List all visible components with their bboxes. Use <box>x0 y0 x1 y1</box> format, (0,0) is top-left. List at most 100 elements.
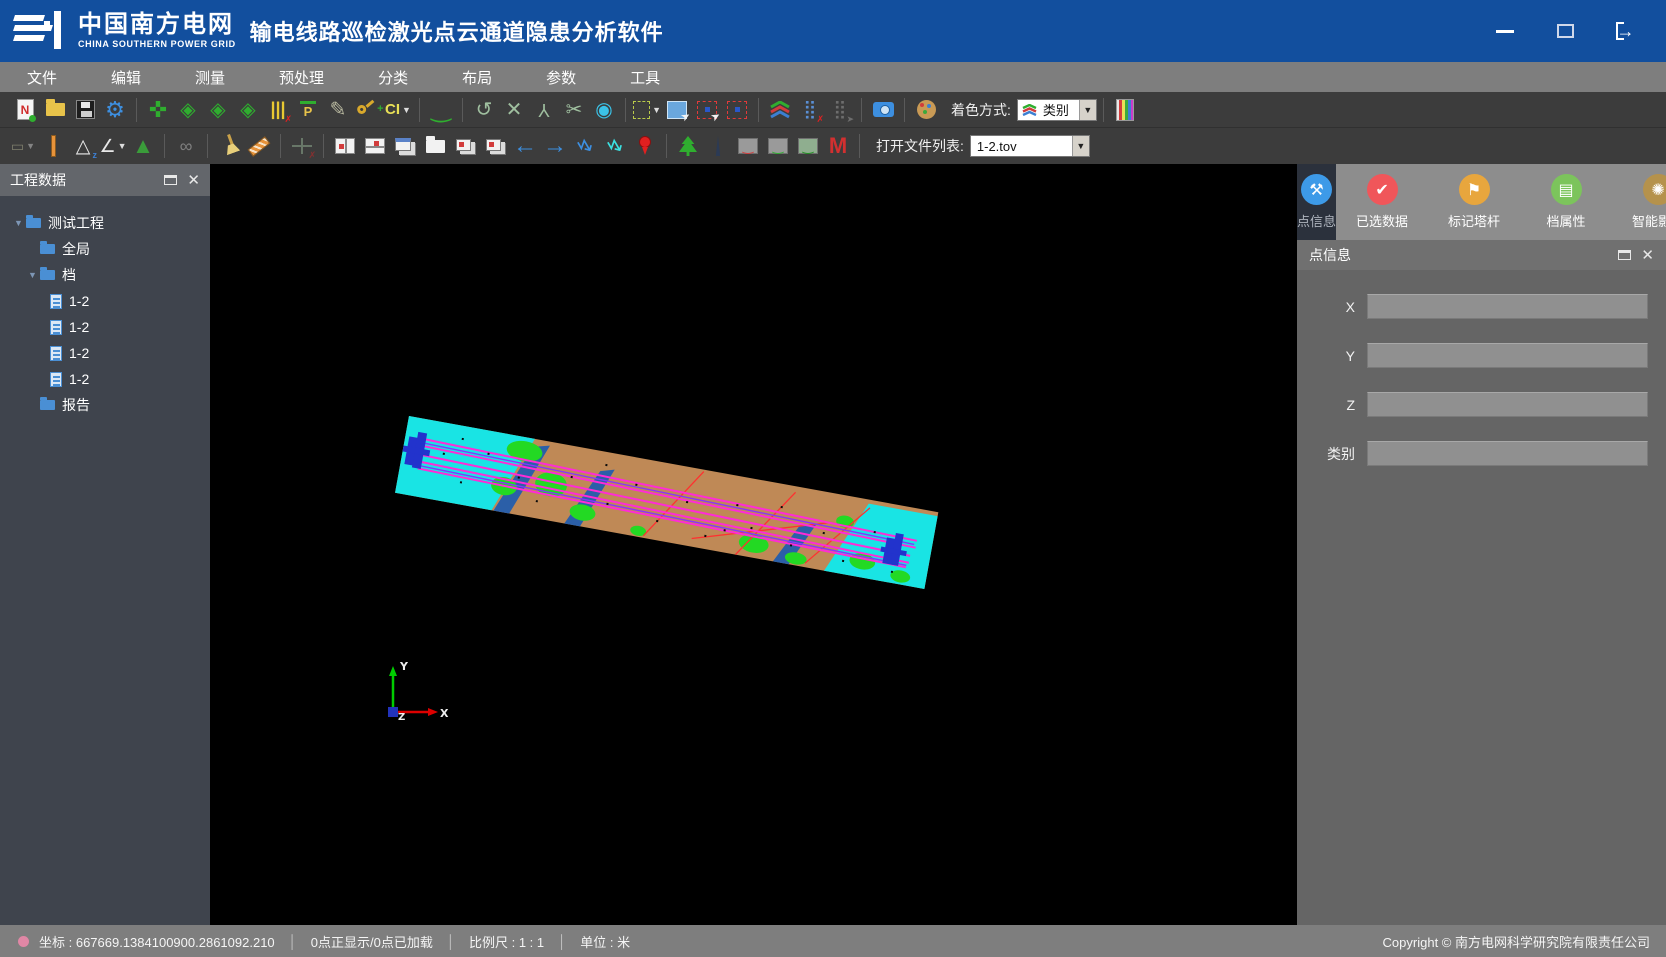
north-arrow-icon[interactable]: ▲ <box>129 132 157 160</box>
tree-item-span-file[interactable]: 1-2 <box>50 288 210 314</box>
menu-preprocess[interactable]: 预处理 <box>252 62 351 92</box>
window-snapshot-icon[interactable] <box>451 132 479 160</box>
prev-icon[interactable]: ← <box>511 132 539 160</box>
next-icon[interactable]: → <box>541 132 569 160</box>
rotate-view-y-icon[interactable]: ◈ <box>204 96 232 124</box>
select-rect-icon[interactable]: ▼ <box>633 96 661 124</box>
new-folder-icon[interactable] <box>421 132 449 160</box>
span-curve-green-icon[interactable]: ‿ <box>764 132 792 160</box>
title-bar: 中国南方电网 CHINA SOUTHERN POWER GRID 输电线路巡检激… <box>0 0 1666 62</box>
class-layers-icon[interactable] <box>766 96 794 124</box>
angle-measure-icon[interactable]: ∠▼ <box>99 132 127 160</box>
class-input[interactable] <box>1367 441 1648 466</box>
project-data-panel: 工程数据 ✕ ▼ 测试工程 全局 ▼ 档 <box>0 164 210 925</box>
link-nodes-icon[interactable]: ∞ <box>172 132 200 160</box>
area-measure-icon[interactable]: △z <box>69 132 97 160</box>
move-tool-icon[interactable]: ✜ <box>144 96 172 124</box>
rotate-view-x-icon[interactable]: ◈ <box>174 96 202 124</box>
tab-span-properties[interactable]: ▤ 档属性 <box>1520 164 1612 240</box>
folder-icon <box>40 400 55 410</box>
expander-icon[interactable]: ▼ <box>14 218 26 228</box>
panel-close-icon[interactable]: ✕ <box>1641 248 1654 263</box>
window-snapshot-2-icon[interactable] <box>481 132 509 160</box>
tower-annotate-icon[interactable]: ✎ <box>324 96 352 124</box>
split-vertical-icon[interactable] <box>331 132 359 160</box>
z-input[interactable] <box>1367 392 1648 417</box>
hide-columns-icon[interactable]: |||✗ <box>264 96 292 124</box>
catenary-fit-icon[interactable]: ‿ <box>427 96 455 124</box>
project-panel-title: 工程数据 <box>10 170 154 190</box>
panel-restore-icon[interactable] <box>1618 250 1631 260</box>
span-curve-active-icon[interactable]: ‿ <box>794 132 822 160</box>
tab-point-info[interactable]: ⚒ 点信息 <box>1297 164 1336 240</box>
panel-close-icon[interactable]: ✕ <box>187 173 200 188</box>
ci-class-dropdown-icon[interactable]: CI▼ <box>384 96 412 124</box>
tree-icon[interactable] <box>674 132 702 160</box>
tower-mode-icon[interactable]: Y <box>530 96 558 124</box>
rotate-view-z-icon[interactable]: ◈ <box>234 96 262 124</box>
y-input[interactable] <box>1367 343 1648 368</box>
point-info-title: 点信息 <box>1309 245 1608 265</box>
menu-edit[interactable]: 编辑 <box>84 62 168 92</box>
settings-icon[interactable]: ⚙ <box>101 96 129 124</box>
maximize-button[interactable] <box>1554 21 1576 41</box>
tree-item-span-file[interactable]: 1-2 <box>50 314 210 340</box>
key-permission-icon[interactable]: + <box>354 96 382 124</box>
tree-item-global[interactable]: 全局 <box>28 236 210 262</box>
menu-params[interactable]: 参数 <box>519 62 603 92</box>
open-file-list-select[interactable]: 1-2.tov ▼ <box>970 135 1090 157</box>
tab-mark-tower[interactable]: ⚑ 标记塔杆 <box>1428 164 1520 240</box>
tree-item-project[interactable]: ▼ 测试工程 <box>14 210 210 236</box>
section-profile-icon[interactable]: P <box>294 96 322 124</box>
tree-item-spans[interactable]: ▼ 档 <box>28 262 210 288</box>
brand-block: 中国南方电网 CHINA SOUTHERN POWER GRID <box>78 13 236 49</box>
exit-button[interactable]: → <box>1614 21 1636 41</box>
minimize-button[interactable] <box>1494 21 1516 41</box>
point-cloud-viewport[interactable]: Y X Z <box>210 164 1297 925</box>
align-level-icon[interactable]: ✗ <box>288 132 316 160</box>
ruler-vertical-icon[interactable] <box>39 132 67 160</box>
tree-item-span-file[interactable]: 1-2 <box>50 340 210 366</box>
menu-tools[interactable]: 工具 <box>603 62 687 92</box>
grid-delete-icon[interactable]: ⣿✗ <box>796 96 824 124</box>
span-curve-red-icon[interactable]: ‿ <box>734 132 762 160</box>
plan-tool-icon[interactable]: ▭▼ <box>9 132 37 160</box>
polyline-cyan-icon[interactable]: ↯ <box>595 126 634 165</box>
tab-selected-data[interactable]: ✔ 已选数据 <box>1336 164 1428 240</box>
field-x: X <box>1303 294 1648 319</box>
split-horizontal-icon[interactable] <box>361 132 389 160</box>
palette-icon[interactable] <box>912 96 940 124</box>
menu-measure[interactable]: 测量 <box>168 62 252 92</box>
new-file-icon[interactable]: N <box>11 96 39 124</box>
select-remove-points-icon[interactable]: ➤ <box>693 96 721 124</box>
save-icon[interactable] <box>71 96 99 124</box>
tree-item-report[interactable]: 报告 <box>28 392 210 418</box>
tower-icon[interactable] <box>704 132 732 160</box>
toolbar-main: N ⚙ ✜ ◈ ◈ ◈ |||✗ P ✎ + CI▼ ‿ ↺ ✕ Y ✂ ◉ ▼… <box>0 92 1666 128</box>
slope-ruler-icon[interactable] <box>245 132 273 160</box>
status-scale: 比例尺 : 1 : 1 <box>469 932 544 951</box>
expander-icon[interactable]: ▼ <box>28 270 40 280</box>
visibility-icon[interactable]: ◉ <box>590 96 618 124</box>
open-folder-icon[interactable] <box>41 96 69 124</box>
coloring-mode-select[interactable]: 类别 ▼ <box>1017 99 1097 121</box>
tab-smart-impact[interactable]: ✺ 智能影响 <box>1612 164 1666 240</box>
camera-icon[interactable] <box>869 96 897 124</box>
cut-icon[interactable]: ✂ <box>560 96 588 124</box>
broom-icon[interactable] <box>215 132 243 160</box>
delete-cross-icon[interactable]: ✕ <box>500 96 528 124</box>
menu-file[interactable]: 文件 <box>0 62 84 92</box>
colorbar-icon[interactable] <box>1111 96 1139 124</box>
select-points-icon[interactable] <box>723 96 751 124</box>
location-pin-icon[interactable] <box>631 132 659 160</box>
menu-layout[interactable]: 布局 <box>435 62 519 92</box>
marker-m-icon[interactable]: M <box>824 132 852 160</box>
select-pointer-icon[interactable]: ➤ <box>663 96 691 124</box>
grid-pointer-icon[interactable]: ⣿➤ <box>826 96 854 124</box>
panel-restore-icon[interactable] <box>164 175 177 185</box>
orbit-icon[interactable]: ↺ <box>470 96 498 124</box>
cascade-windows-icon[interactable] <box>391 132 419 160</box>
tree-item-span-file[interactable]: 1-2 <box>50 366 210 392</box>
x-input[interactable] <box>1367 294 1648 319</box>
menu-classify[interactable]: 分类 <box>351 62 435 92</box>
